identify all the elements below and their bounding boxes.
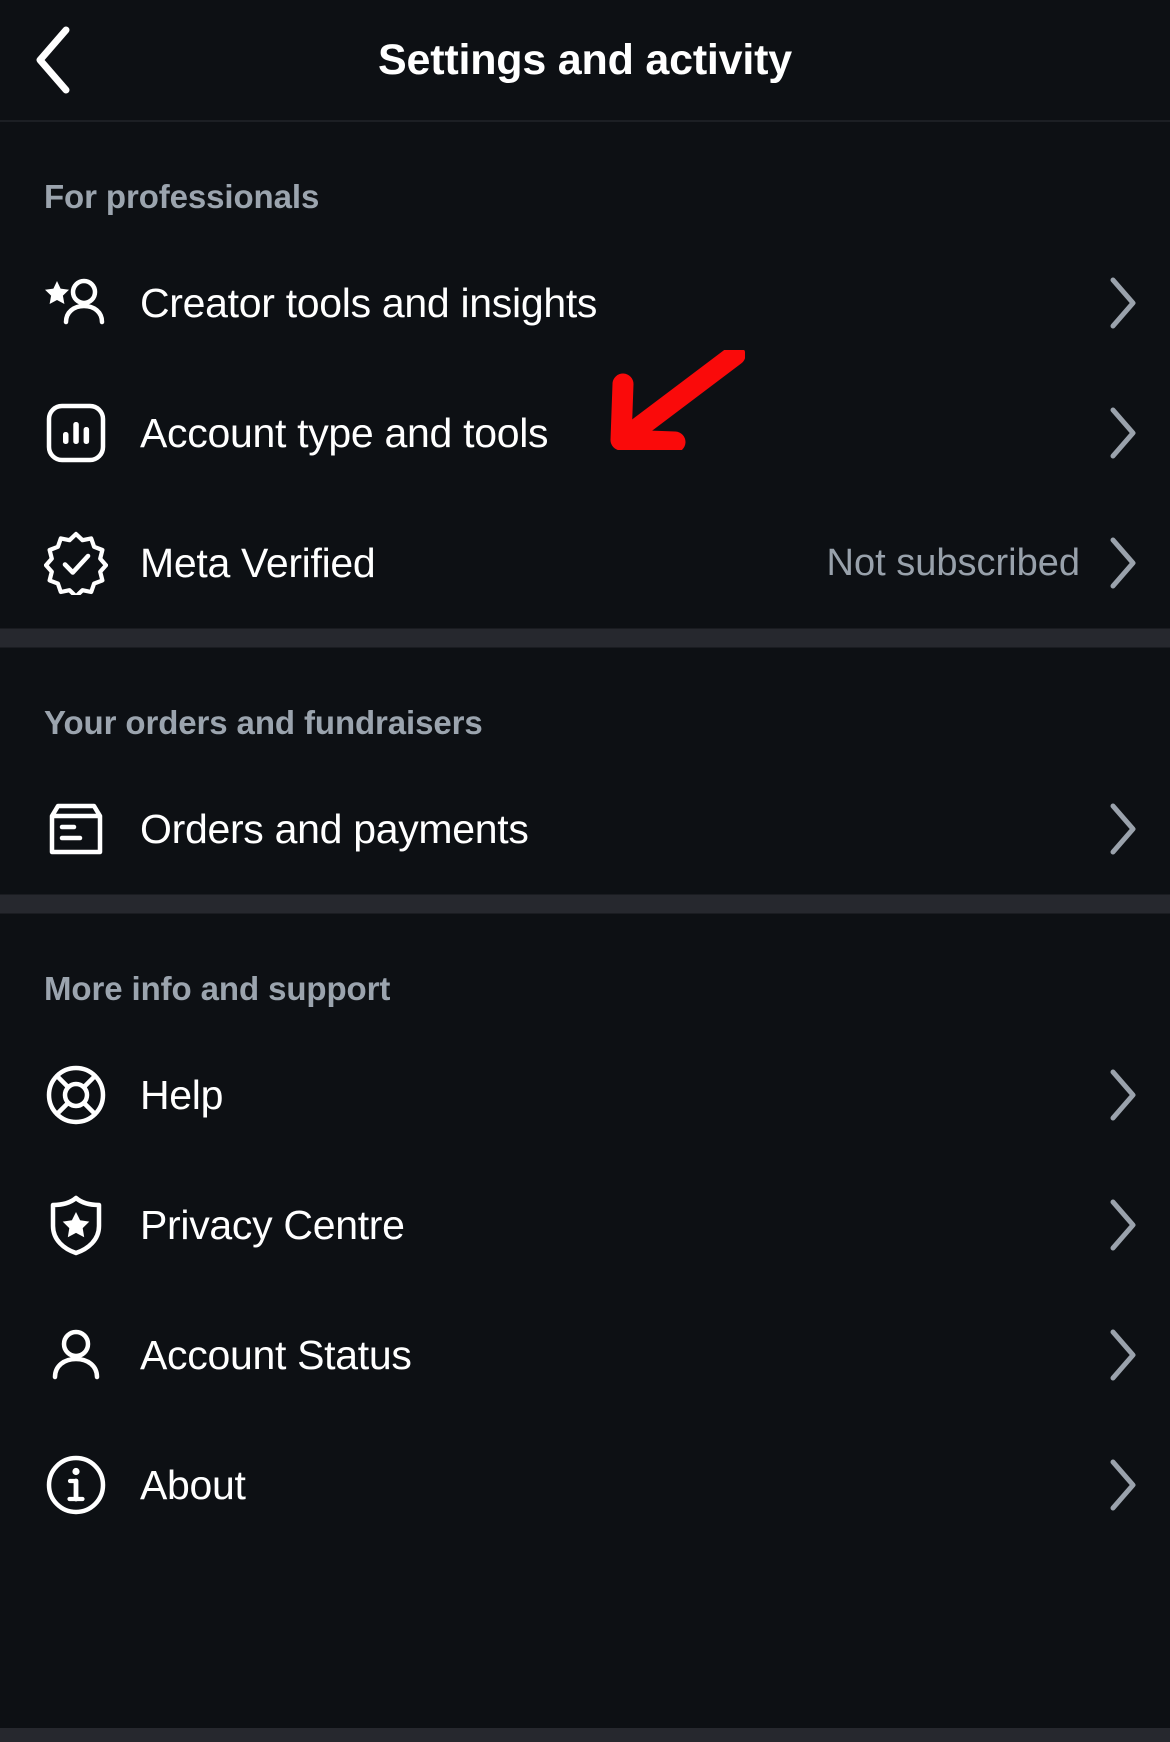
section-title: More info and support xyxy=(44,970,391,1007)
row-label: Account type and tools xyxy=(140,409,549,456)
settings-row-about[interactable]: About xyxy=(0,1420,1170,1550)
section-title: For professionals xyxy=(44,178,320,215)
row-label: Privacy Centre xyxy=(140,1201,405,1248)
chevron-right-icon xyxy=(1106,536,1140,590)
bar-chart-square-icon xyxy=(44,401,108,465)
life-ring-icon xyxy=(44,1063,108,1127)
chevron-right-icon xyxy=(1106,1458,1140,1512)
verified-badge-icon xyxy=(44,531,108,595)
settings-row-account-type-and-tools[interactable]: Account type and tools xyxy=(0,368,1170,498)
row-label: Creator tools and insights xyxy=(140,279,598,326)
chevron-right-icon xyxy=(1106,1328,1140,1382)
bottom-bar xyxy=(0,1728,1170,1742)
info-circle-icon xyxy=(44,1453,108,1517)
row-label: Meta Verified xyxy=(140,539,376,586)
settings-row-meta-verified[interactable]: Meta Verified Not subscribed xyxy=(0,498,1170,628)
settings-row-account-status[interactable]: Account Status xyxy=(0,1290,1170,1420)
chevron-left-icon xyxy=(30,24,78,96)
shield-star-icon xyxy=(44,1193,108,1257)
chevron-right-icon xyxy=(1106,276,1140,330)
app-header: Settings and activity xyxy=(0,0,1170,122)
back-button[interactable] xyxy=(18,24,90,96)
section-orders-and-fundraisers: Your orders and fundraisers Orders and p… xyxy=(0,648,1170,894)
settings-row-privacy-centre[interactable]: Privacy Centre xyxy=(0,1160,1170,1290)
creator-star-person-icon xyxy=(44,271,108,335)
settings-row-orders-and-payments[interactable]: Orders and payments xyxy=(0,764,1170,894)
section-divider xyxy=(0,894,1170,914)
section-for-professionals: For professionals Creator tools and insi… xyxy=(0,122,1170,628)
row-label: About xyxy=(140,1461,246,1508)
section-divider xyxy=(0,628,1170,648)
person-icon xyxy=(44,1323,108,1387)
settings-screen: Settings and activity For professionals … xyxy=(0,0,1170,1742)
row-label: Help xyxy=(140,1071,224,1118)
chevron-right-icon xyxy=(1106,1068,1140,1122)
row-label: Orders and payments xyxy=(140,805,529,852)
settings-row-creator-tools[interactable]: Creator tools and insights xyxy=(0,238,1170,368)
status-badge: Not subscribed xyxy=(826,541,1080,584)
package-box-icon xyxy=(44,797,108,861)
section-title: Your orders and fundraisers xyxy=(44,704,483,741)
section-more-info-and-support: More info and support Help Privacy Centr… xyxy=(0,914,1170,1550)
settings-row-help[interactable]: Help xyxy=(0,1030,1170,1160)
chevron-right-icon xyxy=(1106,406,1140,460)
row-label: Account Status xyxy=(140,1331,412,1378)
chevron-right-icon xyxy=(1106,802,1140,856)
chevron-right-icon xyxy=(1106,1198,1140,1252)
page-title: Settings and activity xyxy=(378,35,792,84)
